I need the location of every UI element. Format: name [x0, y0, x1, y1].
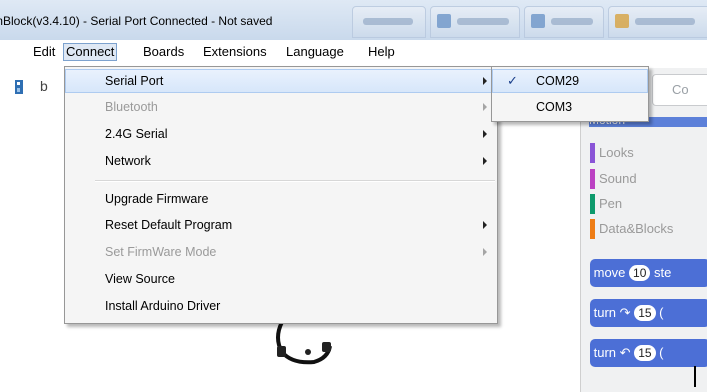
menu-item-view-source[interactable]: View Source: [65, 267, 497, 291]
menu-help[interactable]: Help: [368, 44, 395, 60]
menu-item-label: Reset Default Program: [105, 218, 233, 232]
turn-counterclockwise-block[interactable]: turn ↶ 15 (: [590, 339, 707, 367]
menu-item-upgrade-firmware[interactable]: Upgrade Firmware: [65, 187, 497, 211]
menu-item-network[interactable]: Network: [65, 149, 497, 173]
rotate-clockwise-icon: ↷: [619, 305, 631, 320]
chevron-right-icon: [483, 221, 487, 229]
file-icon[interactable]: [14, 79, 26, 95]
block-label: (: [659, 345, 664, 360]
menu-item-set-firmware-mode[interactable]: Set FirmWare Mode: [65, 240, 497, 264]
title-bar: mBlock(v3.4.10) - Serial Port Connected …: [0, 0, 707, 40]
turn-clockwise-block[interactable]: turn ↷ 15 (: [590, 299, 707, 327]
menu-item-bluetooth[interactable]: Bluetooth: [65, 95, 497, 119]
serial-port-submenu: ✓ COM29 COM3: [491, 66, 649, 122]
category-color-swatch: [590, 219, 595, 239]
background-taskbar-tab-3[interactable]: [524, 6, 604, 38]
block-label: turn: [593, 305, 617, 320]
menu-item-label: Upgrade Firmware: [105, 192, 209, 206]
window-icon: [615, 14, 629, 28]
tab-costumes[interactable]: Co: [652, 74, 707, 106]
menu-item-label: Set FirmWare Mode: [105, 245, 217, 259]
category-pen-label: Pen: [599, 196, 623, 211]
menu-item-label: Network: [105, 154, 151, 168]
chevron-right-icon: [483, 77, 487, 85]
menu-item-label: Serial Port: [105, 74, 164, 88]
menu-item-label: View Source: [105, 272, 175, 286]
block-number-input[interactable]: 10: [629, 264, 651, 281]
block-number-input[interactable]: 15: [634, 344, 656, 361]
category-data-blocks-label: Data&Blocks: [599, 221, 674, 236]
category-looks-label: Looks: [599, 145, 634, 160]
background-taskbar-tab-4[interactable]: [608, 6, 707, 38]
menu-extensions[interactable]: Extensions: [203, 44, 267, 60]
block-label: move: [593, 265, 626, 280]
submenu-item-com3[interactable]: COM3: [492, 95, 648, 119]
menu-item-2-4g-serial[interactable]: 2.4G Serial: [65, 122, 497, 146]
toolbar-partial-label: b: [40, 78, 48, 94]
submenu-item-label: COM3: [536, 100, 573, 114]
checkmark-icon: ✓: [507, 73, 518, 88]
rotate-counterclockwise-icon: ↶: [619, 345, 631, 360]
window-title: mBlock(v3.4.10) - Serial Port Connected …: [0, 14, 273, 28]
submenu-item-label: COM29: [536, 74, 580, 88]
connect-menu: Serial Port Bluetooth 2.4G Serial Networ…: [64, 66, 498, 324]
menu-item-label: Bluetooth: [105, 100, 158, 114]
block-number-input[interactable]: 15: [634, 304, 656, 321]
category-sound-label: Sound: [599, 171, 637, 186]
menu-item-serial-port[interactable]: Serial Port: [65, 69, 497, 93]
background-taskbar-tab-1[interactable]: [352, 6, 426, 38]
category-looks[interactable]: Looks: [590, 142, 634, 164]
menu-boards[interactable]: Boards: [143, 44, 184, 60]
category-color-swatch: [590, 169, 595, 189]
block-label: (: [659, 305, 664, 320]
chevron-right-icon: [483, 157, 487, 165]
menu-item-reset-default-program[interactable]: Reset Default Program: [65, 213, 497, 237]
category-data-blocks[interactable]: Data&Blocks: [590, 218, 673, 240]
move-steps-block[interactable]: move 10 ste: [590, 259, 707, 287]
text-cursor: [694, 366, 696, 387]
chevron-right-icon: [483, 103, 487, 111]
tab-costumes-label: Co: [672, 82, 689, 97]
background-taskbar-tab-2[interactable]: [430, 6, 520, 38]
menu-language[interactable]: Language: [286, 44, 344, 60]
category-pen[interactable]: Pen: [590, 193, 622, 215]
menu-connect[interactable]: Connect: [63, 43, 118, 61]
window-icon: [437, 14, 451, 28]
menu-item-label: Install Arduino Driver: [105, 299, 221, 313]
chevron-right-icon: [483, 130, 487, 138]
window-icon: [531, 14, 545, 28]
menu-edit[interactable]: Edit: [33, 44, 55, 60]
chevron-right-icon: [483, 248, 487, 256]
category-color-swatch: [590, 143, 595, 163]
submenu-item-com29[interactable]: ✓ COM29: [492, 69, 648, 93]
menu-item-install-arduino-driver[interactable]: Install Arduino Driver: [65, 294, 497, 318]
robot-sprite-icon[interactable]: [272, 318, 334, 366]
menu-separator: [95, 180, 495, 182]
menu-bar: Edit Connect Boards Extensions Language …: [0, 42, 707, 62]
block-label: ste: [654, 265, 672, 280]
block-label: turn: [593, 345, 617, 360]
category-sound[interactable]: Sound: [590, 168, 637, 190]
menu-item-label: 2.4G Serial: [105, 127, 168, 141]
category-color-swatch: [590, 194, 595, 214]
